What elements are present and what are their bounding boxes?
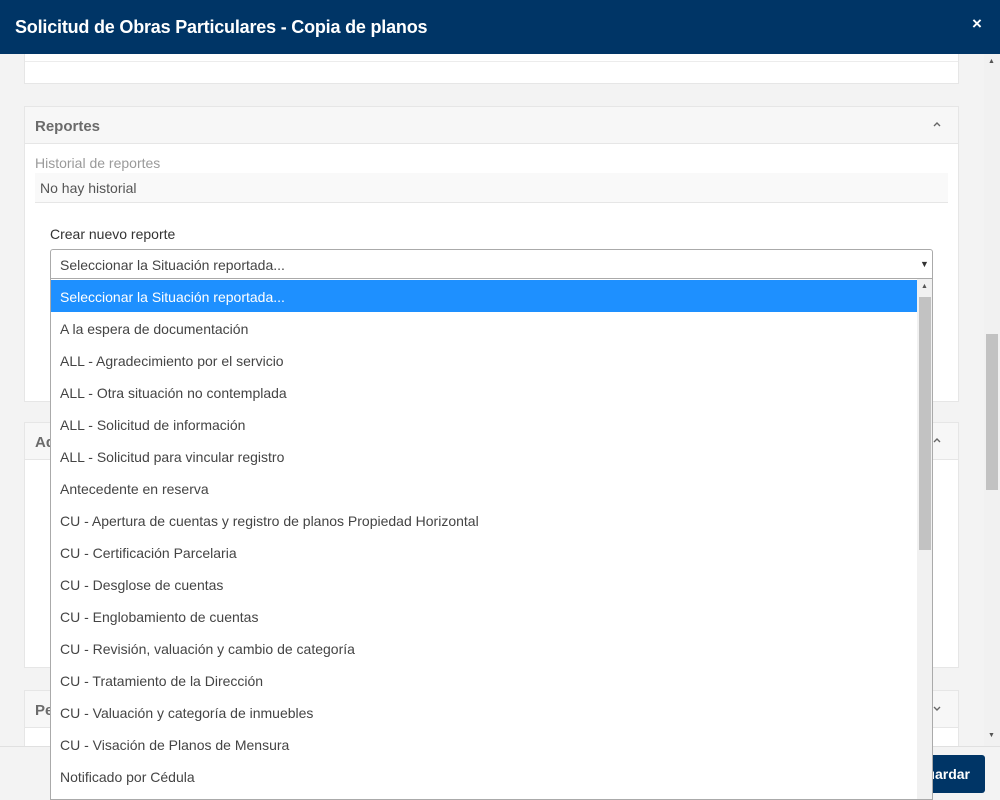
scroll-up-arrow-icon[interactable]: ▲ [988,58,995,65]
dropdown-option[interactable]: Seleccionar la Situación reportada... [51,280,917,312]
dropdown-option[interactable]: ALL - Otra situación no contemplada [51,376,917,408]
modal-title: Solicitud de Obras Particulares - Copia … [15,17,428,37]
dropdown-option[interactable]: CU - Revisión, valuación y cambio de cat… [51,632,917,664]
dropdown-option[interactable]: CU - Englobamiento de cuentas [51,600,917,632]
dropdown-option[interactable]: CU - Visación de Planos de Mensura [51,728,917,760]
previous-panel [24,54,959,84]
chevron-up-icon[interactable] [931,118,943,130]
reportes-panel-heading[interactable]: Reportes [25,107,958,144]
historial-box: No hay historial [35,173,948,203]
dropdown-scroll-thumb[interactable] [919,297,931,550]
historial-empty-text: No hay historial [40,180,137,196]
situacion-select[interactable]: Seleccionar la Situación reportada... ▼ [50,249,933,279]
dropdown-option[interactable]: ALL - Solicitud de información [51,408,917,440]
dropdown-arrow-icon[interactable]: ▼ [920,259,929,269]
dropdown-option[interactable]: Notificado por Cédula [51,760,917,792]
reportes-title: Reportes [35,118,101,135]
modal-scroll-thumb[interactable] [986,334,998,490]
select-selected-value: Seleccionar la Situación reportada... [60,257,285,273]
modal-scrollbar[interactable]: ▲ ▼ [984,54,1000,746]
dropdown-scrollbar[interactable]: ▲ [917,279,932,799]
scroll-down-arrow-icon[interactable]: ▼ [988,732,995,739]
dropdown-option[interactable]: CU - Valuación y categoría de inmuebles [51,696,917,728]
scroll-up-arrow-icon[interactable]: ▲ [921,283,928,290]
dropdown-option[interactable]: Antecedente en reserva [51,472,917,504]
close-icon[interactable]: × [972,14,982,34]
crear-reporte-label: Crear nuevo reporte [50,226,176,242]
dropdown-option[interactable]: CU - Tratamiento de la Dirección [51,664,917,696]
modal-header: Solicitud de Obras Particulares - Copia … [0,0,1000,54]
dropdown-option[interactable]: CU - Certificación Parcelaria [51,536,917,568]
dropdown-option[interactable]: A la espera de documentación [51,312,917,344]
dropdown-option[interactable]: ALL - Agradecimiento por el servicio [51,344,917,376]
dropdown-option[interactable]: ALL - Solicitud para vincular registro [51,440,917,472]
historial-label: Historial de reportes [35,155,161,171]
dropdown-option[interactable]: CU - Apertura de cuentas y registro de p… [51,504,917,536]
dropdown-option[interactable]: CU - Desglose de cuentas [51,568,917,600]
situacion-dropdown: Seleccionar la Situación reportada... A … [50,279,933,800]
divider [25,61,958,62]
